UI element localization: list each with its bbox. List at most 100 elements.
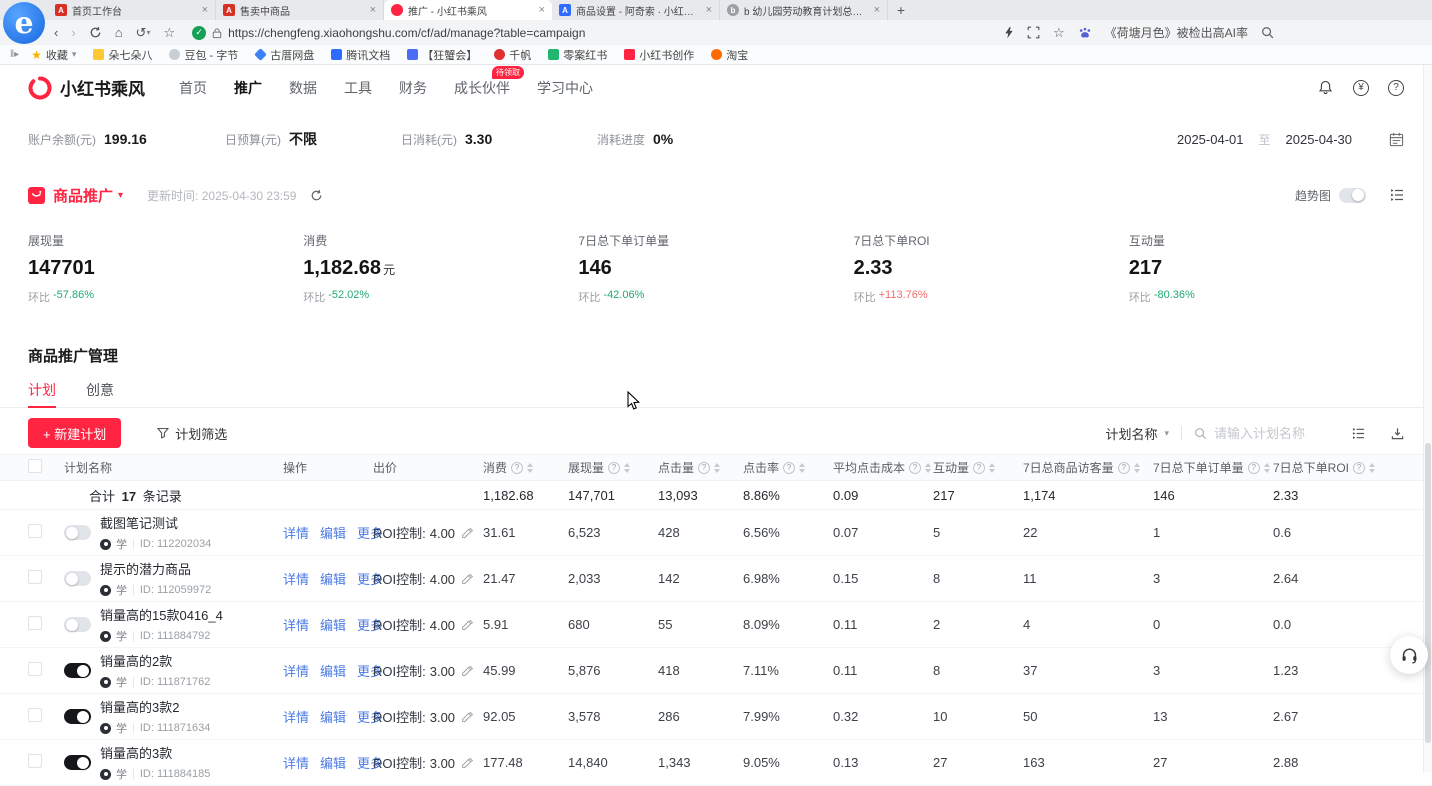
- bell-icon[interactable]: [1317, 79, 1334, 96]
- edit-bid-icon[interactable]: [461, 711, 473, 723]
- plan-action-link[interactable]: 详情: [283, 618, 309, 633]
- help-icon[interactable]: ?: [909, 462, 921, 474]
- plan-enable-toggle[interactable]: [64, 663, 91, 678]
- row-checkbox[interactable]: [28, 754, 42, 768]
- plan-action-link[interactable]: 编辑: [320, 618, 346, 633]
- tab-close-icon[interactable]: ×: [202, 5, 208, 16]
- sort-icon[interactable]: [989, 463, 995, 473]
- nav-item-tools[interactable]: 工具: [344, 78, 372, 98]
- scrollbar-thumb[interactable]: [1425, 443, 1431, 743]
- bookmark-item[interactable]: 零案红书: [548, 47, 607, 63]
- recharge-icon[interactable]: ¥: [1353, 80, 1369, 96]
- help-icon[interactable]: ?: [511, 462, 523, 474]
- plan-enable-toggle[interactable]: [64, 571, 91, 586]
- reload-icon[interactable]: [89, 26, 102, 39]
- tab-close-icon[interactable]: ×: [370, 5, 376, 16]
- new-tab-button[interactable]: +: [888, 0, 914, 20]
- edit-bid-icon[interactable]: [461, 573, 473, 585]
- plan-action-link[interactable]: 详情: [283, 710, 309, 725]
- nav-item-finance[interactable]: 财务: [399, 78, 427, 98]
- date-end[interactable]: 2025-04-30: [1286, 132, 1353, 147]
- search-field-select[interactable]: 计划名称 ▾: [1105, 424, 1169, 443]
- ai-detect-notice[interactable]: 《荷塘月色》被检出高AI率: [1105, 24, 1248, 41]
- sort-icon[interactable]: [1264, 463, 1270, 473]
- help-icon[interactable]: ?: [973, 462, 985, 474]
- sort-icon[interactable]: [1134, 463, 1140, 473]
- bookmark-item[interactable]: 【狂蟹会】: [407, 47, 477, 63]
- favorite-star-icon[interactable]: ☆: [1053, 26, 1065, 39]
- promo-type-title[interactable]: 商品推广: [53, 185, 113, 206]
- bookmark-item[interactable]: ★收藏▾: [31, 47, 76, 63]
- tab-close-icon[interactable]: ×: [706, 5, 712, 16]
- back-icon[interactable]: ‹: [54, 26, 58, 39]
- column-settings-icon[interactable]: [1390, 188, 1404, 202]
- address-bar[interactable]: ✓ https://chengfeng.xiaohongshu.com/cf/a…: [192, 26, 991, 40]
- help-icon[interactable]: ?: [698, 462, 710, 474]
- sort-icon[interactable]: [799, 463, 805, 473]
- nav-item-promotion[interactable]: 推广: [234, 78, 262, 98]
- sort-icon[interactable]: [624, 463, 630, 473]
- plan-filter-button[interactable]: 计划筛选: [157, 424, 227, 443]
- lightning-icon[interactable]: [1004, 26, 1014, 39]
- browser-logo[interactable]: e: [3, 2, 45, 44]
- edit-bid-icon[interactable]: [461, 757, 473, 769]
- manage-tab[interactable]: 创意: [86, 380, 114, 408]
- bookmark-item[interactable]: 千帆: [494, 47, 531, 63]
- date-range-picker[interactable]: 2025-04-01 至 2025-04-30: [1177, 131, 1404, 148]
- nav-item-home[interactable]: 首页: [179, 78, 207, 98]
- paw-icon[interactable]: [1078, 26, 1092, 40]
- bookmark-page-icon[interactable]: ☆: [163, 26, 175, 39]
- home-icon[interactable]: ⌂: [115, 26, 123, 39]
- plan-action-link[interactable]: 详情: [283, 526, 309, 541]
- tab-close-icon[interactable]: ×: [874, 5, 880, 16]
- refresh-icon[interactable]: [310, 189, 323, 202]
- plan-action-link[interactable]: 编辑: [320, 572, 346, 587]
- browser-tab[interactable]: 推广 - 小红书乘风×: [384, 0, 552, 20]
- tab-close-icon[interactable]: ×: [539, 5, 545, 16]
- nav-item-data[interactable]: 数据: [289, 78, 317, 98]
- plan-search-box[interactable]: [1194, 426, 1326, 441]
- sort-icon[interactable]: [925, 463, 931, 473]
- screenshot-icon[interactable]: [1027, 26, 1040, 39]
- nav-item-partners[interactable]: 成长伙伴待领取: [454, 78, 510, 98]
- bookmark-item[interactable]: 古厝网盘: [255, 47, 314, 63]
- bookmark-item[interactable]: 腾讯文档: [331, 47, 390, 63]
- bookmark-item[interactable]: 淘宝: [711, 47, 748, 63]
- help-icon[interactable]: ?: [608, 462, 620, 474]
- plan-action-link[interactable]: 详情: [283, 664, 309, 679]
- bookmark-item[interactable]: 朵七朵八: [93, 47, 152, 63]
- plan-action-link[interactable]: 详情: [283, 572, 309, 587]
- row-checkbox[interactable]: [28, 616, 42, 630]
- plan-enable-toggle[interactable]: [64, 709, 91, 724]
- calendar-icon[interactable]: [1389, 132, 1404, 147]
- select-all-checkbox[interactable]: [28, 459, 42, 473]
- customer-service-button[interactable]: [1390, 636, 1428, 674]
- help-icon[interactable]: ?: [1388, 80, 1404, 96]
- plan-action-link[interactable]: 详情: [283, 756, 309, 771]
- bookmark-item[interactable]: 豆包 - 字节: [169, 47, 238, 63]
- browser-tab[interactable]: A商品设置 - 阿奇索 · 小红书自动…×: [552, 0, 720, 20]
- help-icon[interactable]: ?: [1118, 462, 1130, 474]
- sort-icon[interactable]: [527, 463, 533, 473]
- brand[interactable]: 小红书乘风: [28, 75, 145, 100]
- date-start[interactable]: 2025-04-01: [1177, 132, 1244, 147]
- url-text[interactable]: https://chengfeng.xiaohongshu.com/cf/ad/…: [228, 26, 585, 40]
- manage-tab[interactable]: 计划: [28, 380, 56, 408]
- new-plan-button[interactable]: + 新建计划: [28, 418, 121, 448]
- plan-search-input[interactable]: [1214, 426, 1326, 441]
- plan-action-link[interactable]: 编辑: [320, 526, 346, 541]
- row-checkbox[interactable]: [28, 570, 42, 584]
- help-icon[interactable]: ?: [783, 462, 795, 474]
- forward-icon[interactable]: ›: [71, 26, 75, 39]
- row-checkbox[interactable]: [28, 662, 42, 676]
- plan-enable-toggle[interactable]: [64, 525, 91, 540]
- plan-enable-toggle[interactable]: [64, 617, 91, 632]
- nav-item-learning[interactable]: 学习中心: [537, 78, 593, 98]
- security-shield-icon[interactable]: ✓: [192, 26, 206, 40]
- edit-bid-icon[interactable]: [461, 527, 473, 539]
- row-checkbox[interactable]: [28, 524, 42, 538]
- browser-tab[interactable]: bb 幼儿园劳动教育计划总结方案…×: [720, 0, 888, 20]
- history-icon[interactable]: ↺▾: [136, 26, 151, 39]
- edit-bid-icon[interactable]: [461, 619, 473, 631]
- row-checkbox[interactable]: [28, 708, 42, 722]
